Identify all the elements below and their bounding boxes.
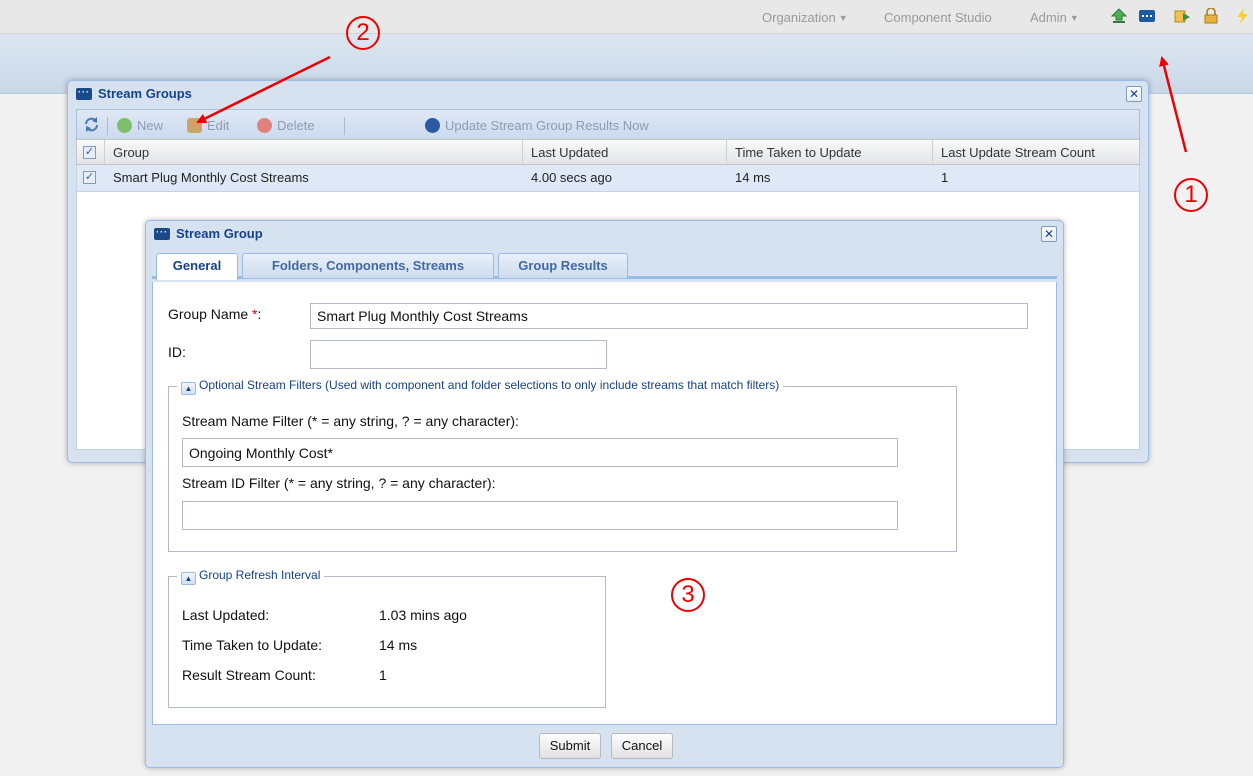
- annotation-marker-3: 3: [671, 578, 705, 612]
- annotation-marker-2: 2: [346, 16, 380, 50]
- annotation-marker-1: 1: [1174, 178, 1208, 212]
- annotation-arrows: [196, 55, 1188, 153]
- arrow-to-new-button: [196, 55, 331, 124]
- arrow-to-window-icon: [1159, 56, 1188, 153]
